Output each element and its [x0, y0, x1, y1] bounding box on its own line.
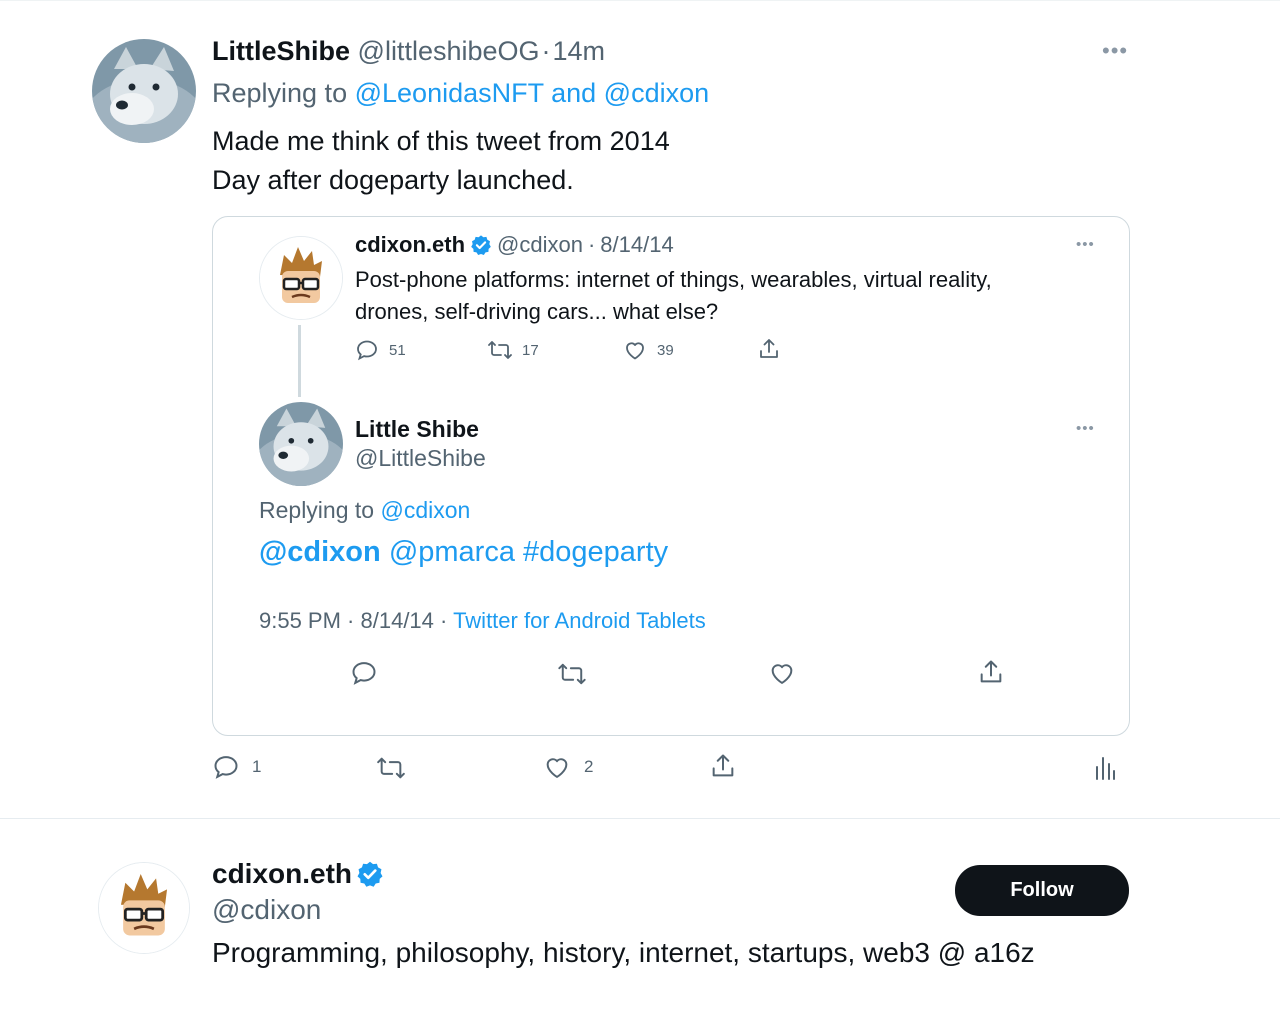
quoted-reply-like-icon[interactable]: [768, 659, 796, 687]
quoted-reply-text: @cdixon @pmarca #dogeparty: [259, 536, 668, 569]
quoted-parent-text-line1: Post-phone platforms: internet of things…: [355, 267, 992, 292]
quoted-reply-more-icon[interactable]: •••: [1076, 421, 1095, 436]
quoted-parent-retweet-count: 17: [522, 342, 539, 359]
quoted-parent-handle[interactable]: @cdixon: [497, 232, 583, 258]
quoted-reply-reply-icon[interactable]: [350, 659, 378, 687]
follow-button[interactable]: Follow: [955, 865, 1129, 916]
like-icon[interactable]: [543, 753, 571, 781]
quoted-reply-source[interactable]: Twitter for Android Tablets: [453, 608, 706, 633]
quoted-parent-text-line2: drones, self-driving cars... what else?: [355, 299, 719, 324]
avatar-littleshibe[interactable]: [92, 39, 196, 143]
tweet-text-line1: Made me think of this tweet from 2014: [212, 126, 670, 156]
quoted-parent-date[interactable]: 8/14/14: [600, 232, 673, 258]
avatar-cdixon[interactable]: [98, 862, 190, 954]
more-options-icon[interactable]: •••: [1102, 40, 1128, 62]
replying-to: Replying to @LeonidasNFT and @cdixon: [212, 78, 709, 109]
tweet-author-handle[interactable]: @littleshibeOG: [358, 36, 540, 66]
replying-to-users[interactable]: @LeonidasNFT and @cdixon: [355, 78, 710, 108]
replying-to-prefix: Replying to: [212, 78, 348, 108]
quoted-parent-reply-icon[interactable]: [355, 338, 379, 362]
verified-badge-icon: [356, 860, 384, 888]
quoted-parent-sep: ·: [587, 232, 596, 257]
like-count: 2: [584, 757, 594, 776]
tweet-author-name[interactable]: LittleShibe: [212, 36, 350, 66]
hashtag-dogeparty[interactable]: #dogeparty: [523, 536, 668, 568]
thread-connector-line: [298, 325, 301, 397]
quoted-parent-more-icon[interactable]: •••: [1076, 237, 1095, 252]
quoted-reply-time: 9:55 PM: [259, 608, 341, 633]
profile-display-name[interactable]: cdixon.eth: [212, 858, 352, 890]
quoted-reply-retweet-icon[interactable]: [557, 660, 587, 688]
share-icon[interactable]: [709, 752, 737, 780]
tweet-time[interactable]: 14m: [553, 36, 606, 66]
top-divider: [0, 0, 1280, 1]
verified-badge-icon: [470, 234, 492, 256]
mention-cdixon[interactable]: @cdixon: [259, 536, 381, 568]
mention-pmarca[interactable]: @pmarca: [389, 536, 515, 568]
section-divider: [0, 818, 1280, 819]
quoted-parent-like-icon[interactable]: [623, 338, 647, 362]
quoted-parent-reply-count: 51: [389, 342, 406, 359]
tweet-header: LittleShibe @littleshibeOG·14m: [212, 36, 605, 67]
profile-handle[interactable]: @cdixon: [212, 894, 321, 926]
quoted-reply-meta: 9:55 PM · 8/14/14 · Twitter for Android …: [259, 608, 706, 634]
retweet-icon[interactable]: [375, 754, 407, 782]
quoted-parent-like-count: 39: [657, 342, 674, 359]
quoted-parent-retweet-icon[interactable]: [487, 338, 513, 362]
quoted-reply-author-name[interactable]: Little Shibe: [355, 416, 479, 443]
profile-bio: Programming, philosophy, history, intern…: [212, 937, 1035, 968]
header-separator: ·: [541, 36, 551, 66]
quoted-reply-share-icon[interactable]: [977, 658, 1005, 686]
reply-icon[interactable]: [212, 753, 240, 781]
avatar-little-shibe-small[interactable]: [259, 402, 343, 486]
quoted-replying-to: Replying to @cdixon: [259, 497, 470, 524]
tweet-text-line2: Day after dogeparty launched.: [212, 165, 574, 195]
quoted-parent-header: cdixon.eth @cdixon · 8/14/14: [355, 232, 674, 258]
quoted-reply-date: 8/14/14: [360, 608, 434, 633]
quoted-parent-share-icon[interactable]: [757, 337, 781, 361]
analytics-icon[interactable]: [1094, 755, 1116, 781]
quoted-replying-user[interactable]: @cdixon: [380, 497, 470, 523]
meta-sep-2: ·: [433, 608, 454, 633]
quoted-replying-prefix: Replying to: [259, 497, 375, 523]
reply-count: 1: [252, 757, 262, 776]
profile-name-row: cdixon.eth: [212, 858, 384, 890]
quoted-reply-author-handle[interactable]: @LittleShibe: [355, 445, 486, 472]
avatar-cdixon-small[interactable]: [259, 236, 343, 320]
quoted-parent-author-name[interactable]: cdixon.eth: [355, 232, 465, 258]
meta-sep-1: ·: [340, 608, 361, 633]
